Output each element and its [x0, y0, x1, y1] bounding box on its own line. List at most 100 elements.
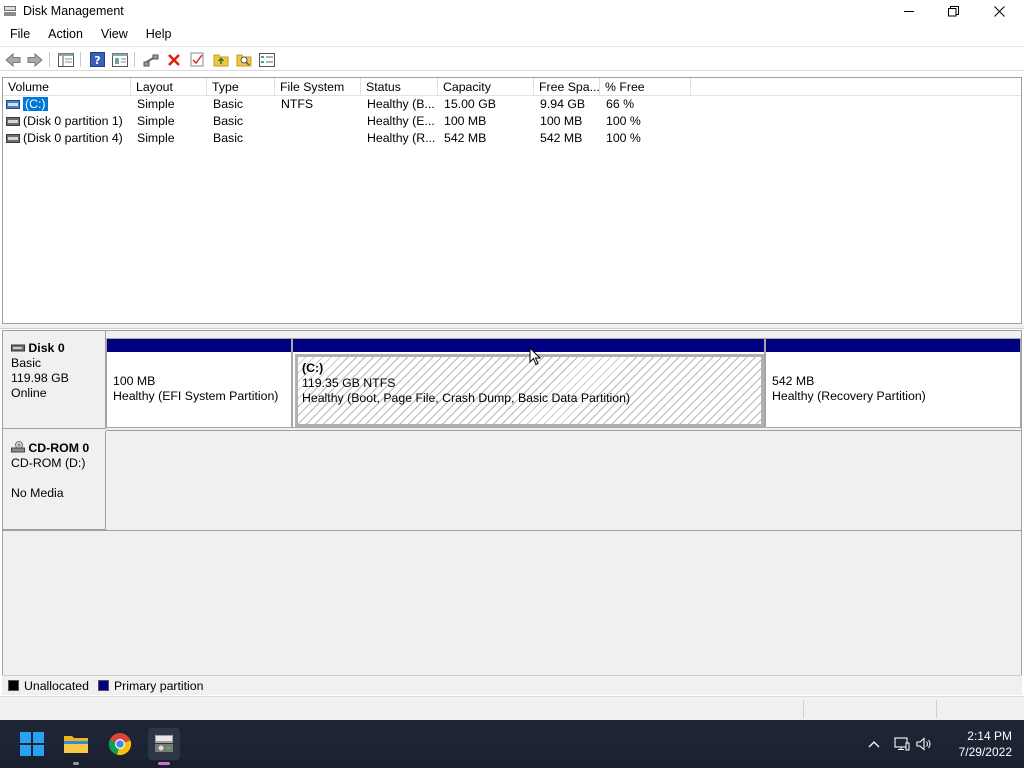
menu-help[interactable]: Help	[137, 23, 181, 45]
type-cell: Basic	[213, 97, 244, 111]
menu-bar: File Action View Help	[0, 23, 1024, 45]
taskbar-clock[interactable]: 2:14 PM 7/29/2022	[959, 728, 1012, 760]
volume-list[interactable]: Volume Layout Type File System Status Ca…	[2, 77, 1022, 324]
file-system-cell: NTFS	[281, 97, 314, 111]
menu-action[interactable]: Action	[39, 23, 92, 45]
search-folder-icon	[236, 54, 252, 67]
network-button[interactable]	[890, 737, 914, 751]
check-icon	[190, 52, 203, 67]
chrome-icon	[108, 733, 132, 756]
back-arrow-icon	[5, 52, 21, 67]
disk-graphical-view: Disk 0 Basic 119.98 GB Online 100 MB Hea…	[2, 330, 1022, 695]
svg-text:?: ?	[94, 54, 100, 67]
drive-icon	[6, 134, 20, 143]
taskbar: 2:14 PM 7/29/2022	[0, 720, 1024, 768]
column-header-volume[interactable]: Volume	[3, 78, 131, 96]
window-title: Disk Management	[23, 4, 124, 18]
delete-button[interactable]	[165, 51, 183, 68]
minimize-icon	[903, 11, 914, 12]
disk-0-label[interactable]: Disk 0 Basic 119.98 GB Online	[3, 331, 106, 429]
start-button[interactable]	[16, 728, 48, 760]
partition-size: 100 MB	[113, 374, 156, 388]
close-button[interactable]	[976, 0, 1022, 23]
properties-icon	[112, 52, 128, 67]
forward-button[interactable]	[26, 51, 44, 68]
active-indicator	[158, 762, 170, 765]
type-cell: Basic	[213, 131, 244, 145]
disk-management-taskbar-button[interactable]	[148, 728, 180, 765]
restore-button[interactable]	[930, 0, 976, 23]
percent-free-cell: 66 %	[606, 97, 635, 111]
list-icon	[259, 52, 275, 67]
partition-efi[interactable]: 100 MB Healthy (EFI System Partition)	[106, 338, 292, 428]
legend-unallocated: Unallocated	[24, 678, 89, 693]
up-folder-button[interactable]	[212, 51, 230, 68]
connect-virtual-disk-button[interactable]	[142, 51, 160, 68]
primary-partition-bar	[107, 339, 291, 352]
restore-icon	[947, 6, 959, 17]
chevron-up-icon	[868, 741, 880, 748]
column-header-percent-free[interactable]: % Free	[600, 78, 691, 96]
cdrom-name: CD-ROM 0	[28, 441, 90, 455]
check-button[interactable]	[188, 51, 206, 68]
capacity-cell: 542 MB	[444, 131, 487, 145]
partition-status: Healthy (EFI System Partition)	[113, 389, 279, 403]
connect-icon	[143, 54, 159, 66]
minimize-button[interactable]	[886, 0, 932, 23]
capacity-cell: 15.00 GB	[444, 97, 496, 111]
disk-state: Online	[11, 386, 47, 400]
legend: Unallocated Primary partition	[2, 675, 1022, 695]
chrome-taskbar-button[interactable]	[104, 728, 136, 760]
help-button[interactable]: ?	[88, 51, 106, 68]
file-explorer-icon	[64, 736, 88, 753]
menu-file[interactable]: File	[0, 23, 39, 45]
menu-view[interactable]: View	[92, 23, 137, 45]
column-header-type[interactable]: Type	[207, 78, 275, 96]
volume-name: (C:)	[23, 97, 48, 111]
layout-cell: Simple	[137, 131, 175, 145]
up-folder-icon	[213, 54, 229, 67]
partition-size: 119.35 GB NTFS	[302, 376, 396, 390]
free-space-cell: 542 MB	[540, 131, 583, 145]
type-cell: Basic	[213, 114, 244, 128]
search-folder-button[interactable]	[235, 51, 253, 68]
pane-splitter[interactable]	[0, 324, 1024, 329]
back-button[interactable]	[4, 51, 22, 68]
partition-recovery[interactable]: 542 MB Healthy (Recovery Partition)	[765, 338, 1021, 428]
properties-button[interactable]	[111, 51, 129, 68]
status-bar	[0, 696, 1024, 720]
layout-cell: Simple	[137, 97, 175, 111]
mouse-cursor-icon	[529, 347, 541, 366]
column-header-status[interactable]: Status	[361, 78, 438, 96]
show-hidden-icons-button[interactable]	[864, 740, 884, 748]
status-cell: Healthy (E...	[367, 114, 435, 128]
list-view-button[interactable]	[258, 51, 276, 68]
volume-name: (Disk 0 partition 1)	[23, 114, 123, 128]
volume-button[interactable]	[914, 737, 934, 751]
show-hide-console-tree-button[interactable]	[57, 51, 75, 68]
column-header-layout[interactable]: Layout	[131, 78, 207, 96]
table-row[interactable]: (Disk 0 partition 4) Simple Basic Health…	[3, 130, 1021, 147]
cdrom-0-label[interactable]: CD-ROM 0 CD-ROM (D:) No Media	[3, 431, 106, 530]
network-icon	[894, 737, 910, 751]
disk-management-app-icon	[4, 6, 16, 16]
table-row[interactable]: (C:) Simple Basic NTFS Healthy (B... 15.…	[3, 96, 1021, 113]
partition-status: Healthy (Recovery Partition)	[772, 389, 926, 403]
column-header-free-space[interactable]: Free Spa...	[534, 78, 600, 96]
hard-disk-icon	[11, 344, 25, 352]
legend-primary: Primary partition	[113, 678, 204, 693]
running-indicator	[73, 762, 79, 765]
disk-management-icon	[155, 735, 173, 752]
help-icon: ?	[89, 52, 105, 67]
status-cell: Healthy (R...	[367, 131, 436, 145]
delete-icon	[168, 53, 180, 66]
volume-name: (Disk 0 partition 4)	[23, 131, 123, 145]
table-row[interactable]: (Disk 0 partition 1) Simple Basic Health…	[3, 113, 1021, 130]
cdrom-drive: CD-ROM (D:)	[11, 456, 86, 470]
disk-size: 119.98 GB	[11, 371, 69, 385]
system-tray	[864, 720, 934, 768]
column-header-capacity[interactable]: Capacity	[438, 78, 534, 96]
volume-list-header: Volume Layout Type File System Status Ca…	[3, 78, 1021, 96]
file-explorer-taskbar-button[interactable]	[60, 728, 92, 765]
column-header-file-system[interactable]: File System	[275, 78, 361, 96]
